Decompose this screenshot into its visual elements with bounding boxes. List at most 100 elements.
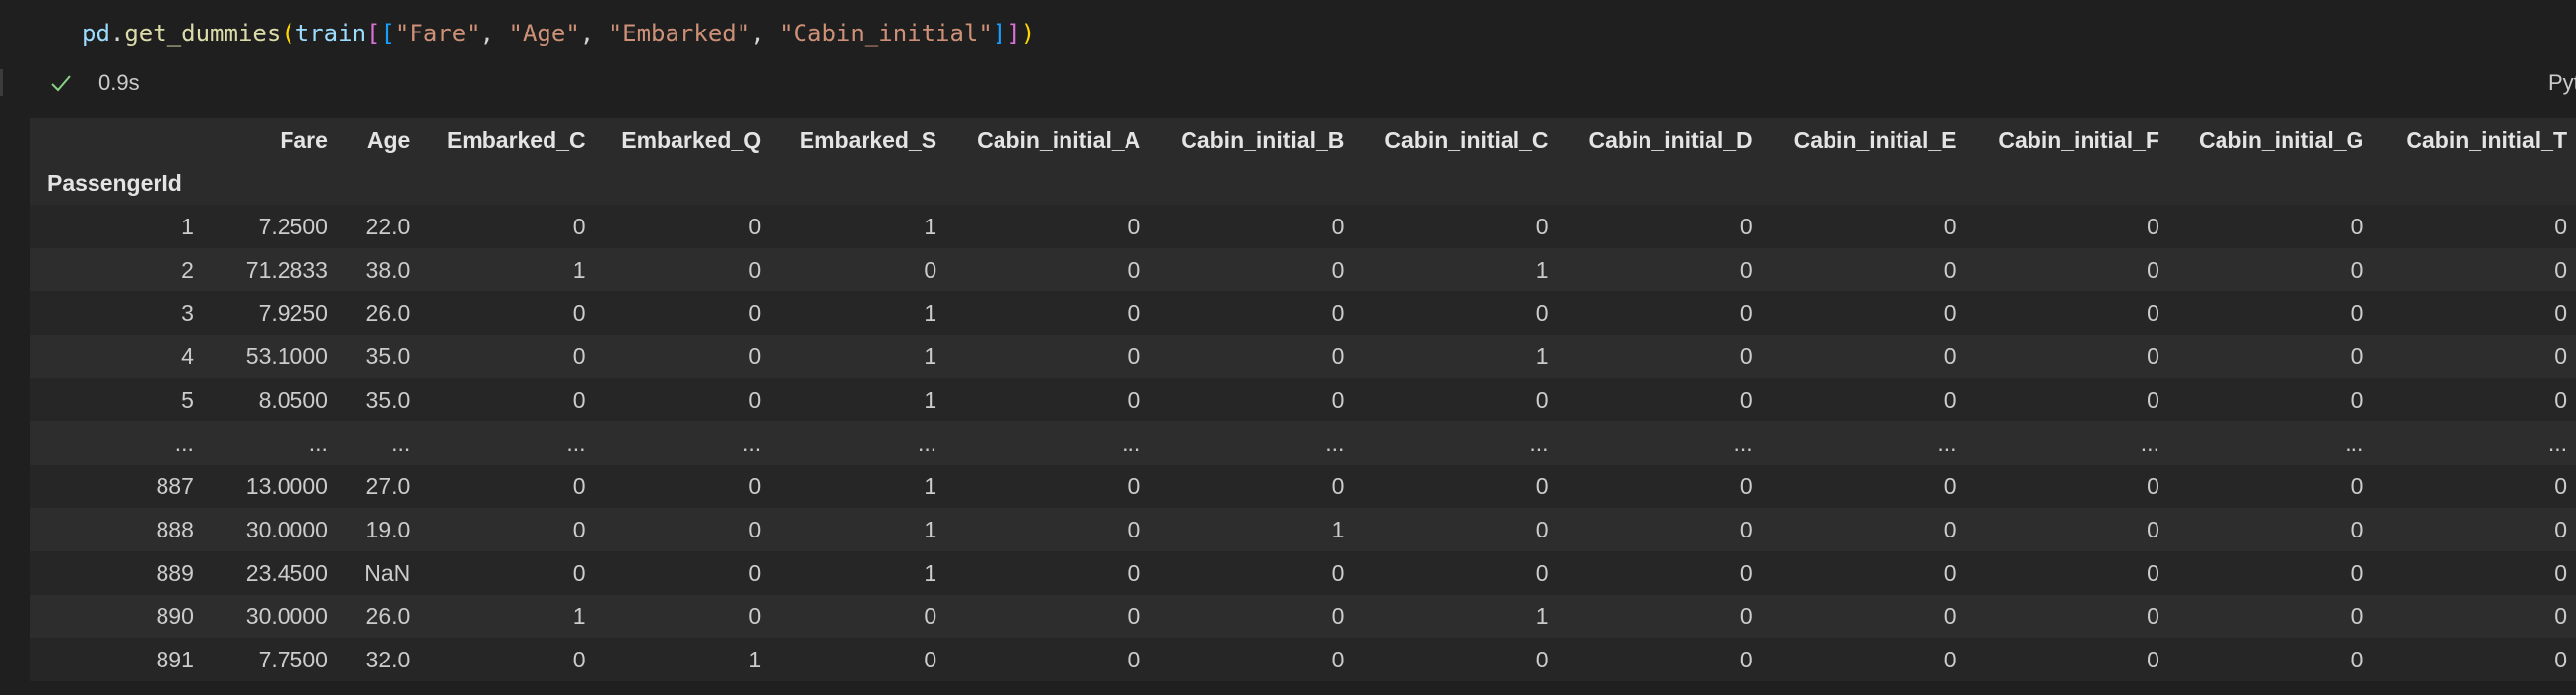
cell-output: Fare Age Embarked_C Embarked_Q Embarked_S Cab… <box>30 118 2576 695</box>
table-cell: 0 <box>2554 343 2567 369</box>
cell-collapse-bar[interactable] <box>0 69 3 96</box>
table-cell: 0 <box>1331 559 1345 586</box>
table-cell: 0 <box>1331 386 1345 412</box>
table-cell: 0 <box>1127 602 1141 629</box>
table-cell: 0 <box>2554 646 2567 672</box>
table-cell: 0 <box>1331 602 1345 629</box>
table-cell: 26.0 <box>365 602 411 629</box>
dataframe-table: Fare Age Embarked_C Embarked_Q Embarked_S Cab… <box>30 118 2576 681</box>
table-cell: 0 <box>1127 473 1141 499</box>
code-line[interactable]: pd.get_dummies(train[["Fare", "Age", "Em… <box>82 14 1035 53</box>
table-cell: 19.0 <box>365 516 411 542</box>
table-cell: 0 <box>1331 299 1345 326</box>
column-header: Cabin_initial_A <box>945 118 1150 161</box>
table-cell: 0 <box>572 559 586 586</box>
table-cell: ... <box>2140 429 2159 456</box>
table-cell: 22.0 <box>365 213 411 239</box>
table-cell: 0 <box>1739 343 1753 369</box>
table-cell: 0 <box>924 602 937 629</box>
table-row: 2 71.2833 38.0 1 0 0 0 0 1 0 0 0 0 0 <box>30 248 2576 291</box>
table-cell: 0 <box>1943 516 1957 542</box>
index-name-row: PassengerId <box>30 161 2576 205</box>
table-cell: 0 <box>924 646 937 672</box>
table-cell: ... <box>391 429 411 456</box>
table-cell: 0 <box>2554 299 2567 326</box>
table-row: 891 7.7500 32.0 0 1 0 0 0 0 0 0 0 0 0 <box>30 638 2576 681</box>
table-cell: 1 <box>924 386 937 412</box>
table-cell: 7.9250 <box>258 299 328 326</box>
table-cell: 0 <box>2147 299 2159 326</box>
table-cell: 0 <box>572 516 586 542</box>
table-cell: 0 <box>2554 386 2567 412</box>
table-cell: 0 <box>1535 473 1549 499</box>
table-cell: 35.0 <box>365 386 411 412</box>
table-cell: 0 <box>572 343 586 369</box>
table-cell: 0 <box>1739 473 1753 499</box>
column-header: Cabin_initial_F <box>1964 118 2168 161</box>
table-cell: 0 <box>2147 386 2159 412</box>
column-header: Embarked_Q <box>594 118 771 161</box>
table-cell: 0 <box>1127 559 1141 586</box>
table-cell: 1 <box>1331 516 1345 542</box>
table-cell: 0 <box>572 213 586 239</box>
table-cell: 0 <box>748 213 762 239</box>
column-header-row: Fare Age Embarked_C Embarked_Q Embarked_S Cab… <box>30 118 2576 161</box>
index-name-filler <box>594 161 771 205</box>
table-cell: 1 <box>1535 343 1549 369</box>
table-cell: 0 <box>1943 343 1957 369</box>
table-cell: ... <box>1937 429 1957 456</box>
row-index: 3 <box>181 299 194 326</box>
table-cell: 8.0500 <box>258 386 328 412</box>
table-cell: ... <box>917 429 937 456</box>
table-cell: 0 <box>2351 473 2364 499</box>
code-token: "Fare" <box>394 20 481 47</box>
table-cell: 0 <box>572 473 586 499</box>
table-cell: 0 <box>2147 646 2159 672</box>
table-cell: ... <box>566 429 586 456</box>
table-cell: 0 <box>1943 299 1957 326</box>
table-cell: 1 <box>924 516 937 542</box>
table-cell: ... <box>1529 429 1549 456</box>
table-cell: 0 <box>1739 602 1753 629</box>
table-cell: 0 <box>1943 256 1957 283</box>
table-cell: 0 <box>748 256 762 283</box>
code-token: . <box>109 20 125 47</box>
cell-status-bar: 0.9s Python <box>0 61 2576 104</box>
table-cell: 0 <box>748 516 762 542</box>
code-token: , <box>579 20 609 47</box>
table-cell: 23.4500 <box>245 559 328 586</box>
table-cell: 0 <box>1127 256 1141 283</box>
table-cell: 13.0000 <box>245 473 328 499</box>
index-name-filler <box>336 161 419 205</box>
table-cell: 0 <box>2147 516 2159 542</box>
table-row: 890 30.0000 26.0 1 0 0 0 0 1 0 0 0 0 0 <box>30 595 2576 638</box>
code-token: ( <box>281 20 295 47</box>
table-cell: 71.2833 <box>245 256 328 283</box>
code-token: [ <box>380 20 395 47</box>
row-index: 888 <box>156 516 194 542</box>
table-cell: 0 <box>2351 602 2364 629</box>
index-name-filler <box>2372 161 2576 205</box>
table-cell: 0 <box>1535 646 1549 672</box>
table-cell: 0 <box>1535 213 1549 239</box>
table-cell: 0 <box>1943 213 1957 239</box>
kernel-language-label[interactable]: Python <box>2548 70 2576 95</box>
table-cell: 0 <box>2351 559 2364 586</box>
row-index: 891 <box>156 646 194 672</box>
table-cell: 1 <box>748 646 762 672</box>
table-cell: ... <box>1733 429 1753 456</box>
table-cell: 0 <box>2351 213 2364 239</box>
table-cell: 0 <box>2554 516 2567 542</box>
code-cell[interactable]: pd.get_dummies(train[["Fare", "Age", "Em… <box>0 0 2576 61</box>
table-cell: 0 <box>1739 299 1753 326</box>
table-row: ........................................… <box>30 421 2576 465</box>
index-name-filler <box>770 161 946 205</box>
index-name-filler <box>945 161 1150 205</box>
code-token: ] <box>1006 20 1021 47</box>
code-token: , <box>480 20 509 47</box>
table-cell: 0 <box>1943 386 1957 412</box>
code-token: pd <box>82 20 110 47</box>
table-cell: 0 <box>2554 256 2567 283</box>
table-cell: 0 <box>748 299 762 326</box>
table-cell: 0 <box>2351 646 2364 672</box>
